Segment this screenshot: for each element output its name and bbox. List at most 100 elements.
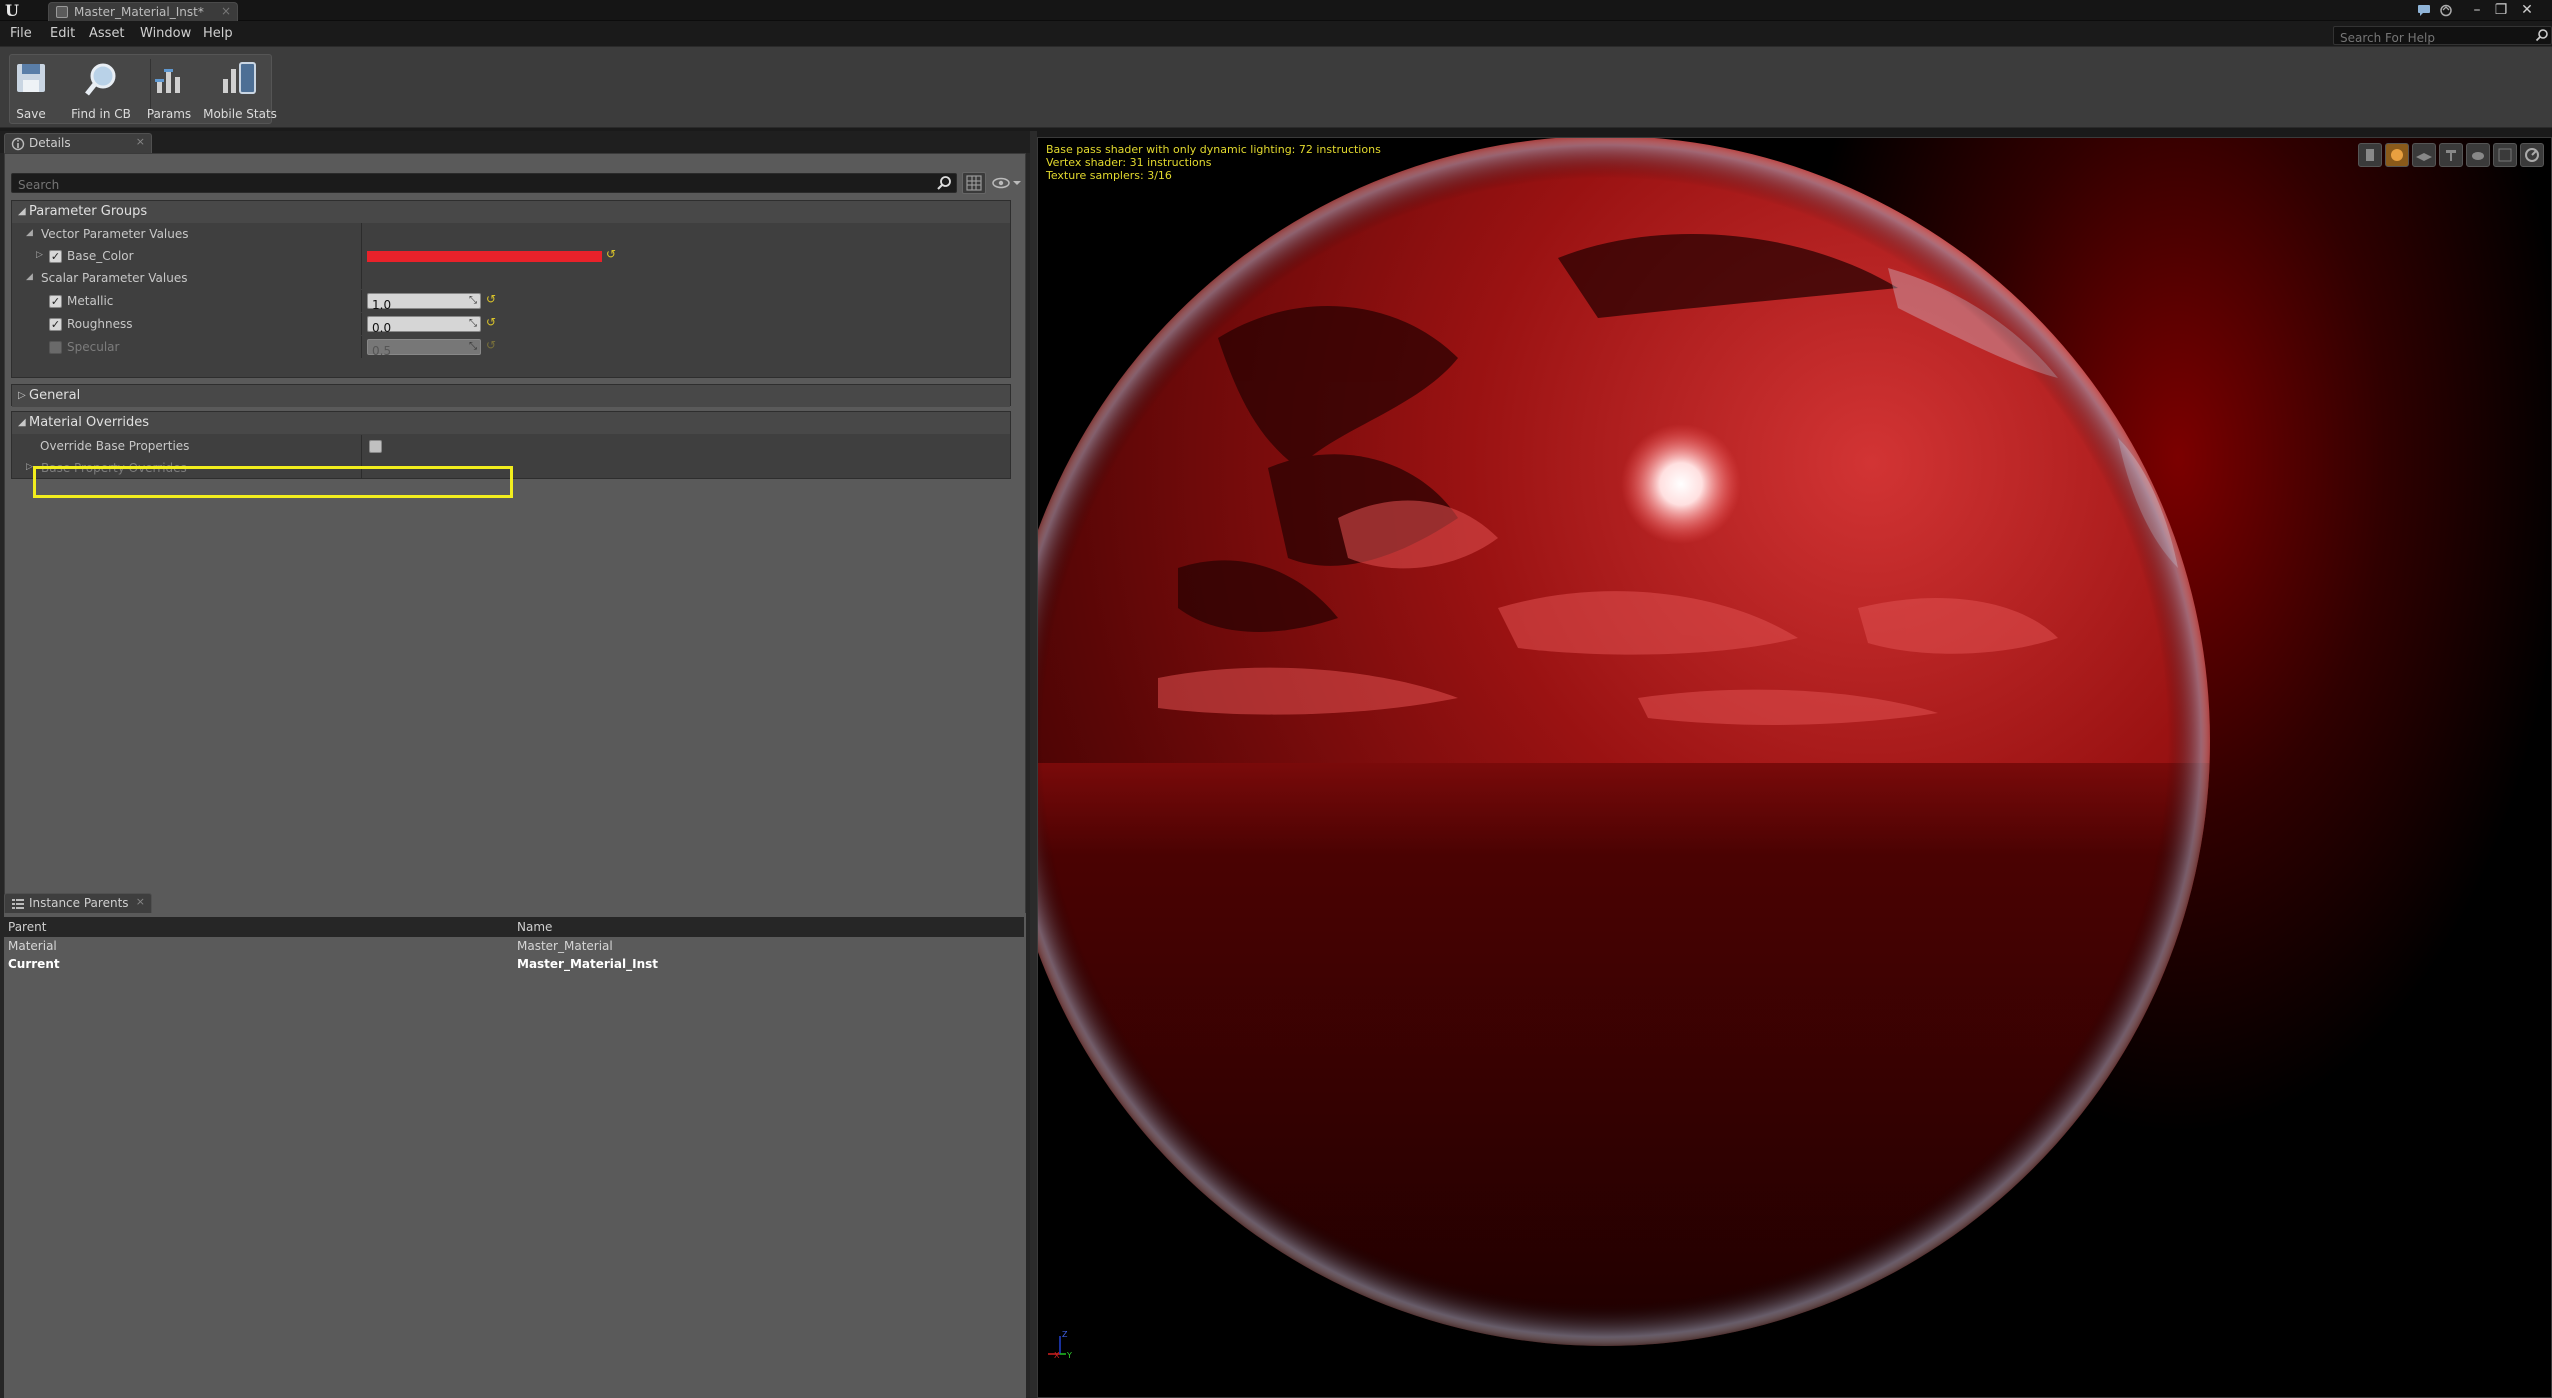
view-options-button[interactable] — [990, 172, 1024, 194]
source-control-icon[interactable] — [2439, 4, 2453, 17]
column-name[interactable]: Name — [517, 920, 552, 934]
chat-icon[interactable] — [2417, 4, 2431, 17]
property-matrix-button[interactable] — [962, 172, 986, 194]
help-search-box[interactable] — [2333, 26, 2552, 47]
details-search-input[interactable] — [12, 176, 922, 194]
collapsed-arrow-icon: ▷ — [18, 390, 26, 401]
reset-to-default-icon[interactable]: ↺ — [486, 315, 496, 329]
realtime-toggle-button[interactable] — [2520, 143, 2544, 167]
drag-arrows-icon[interactable]: ⤡ — [469, 341, 477, 352]
base-property-overrides-row[interactable]: ▷ Base Property Overrides — [12, 457, 1010, 479]
menu-window[interactable]: Window — [140, 26, 191, 41]
drag-arrows-icon[interactable]: ⤡ — [469, 295, 477, 306]
material-instance-icon — [56, 6, 68, 18]
collapsed-arrow-icon[interactable]: ▷ — [36, 250, 43, 260]
instance-parents-panel: Parent Name Material Master_Material Cur… — [4, 913, 1026, 1398]
expanded-arrow-icon: ◢ — [26, 272, 33, 282]
close-icon[interactable]: × — [221, 4, 231, 18]
roughness-checkbox[interactable]: ✓ — [49, 318, 62, 331]
menu-edit[interactable]: Edit — [50, 26, 75, 41]
title-bar: U Master_Material_Inst* × – ❐ ✕ — [0, 0, 2552, 21]
minimize-button[interactable]: – — [2466, 0, 2488, 20]
instance-parents-tab-label: Instance Parents — [29, 896, 129, 910]
plane-icon — [2416, 153, 2432, 161]
table-row[interactable]: Material Master_Material — [4, 938, 1024, 956]
sphere-preview-button[interactable] — [2385, 143, 2409, 167]
stats-line: Vertex shader: 31 instructions — [1046, 156, 1212, 169]
reset-to-default-icon[interactable]: ↺ — [486, 292, 496, 306]
column-parent[interactable]: Parent — [8, 920, 46, 934]
specular-checkbox[interactable] — [49, 341, 62, 354]
details-search-box[interactable] — [11, 173, 957, 194]
material-preview-sphere — [1038, 138, 2210, 1346]
left-panel: Details × ◢ Parameter Groups ◢ Vector Pa… — [0, 131, 1030, 1398]
metallic-field[interactable]: ⤡ — [367, 293, 481, 312]
roughness-row: ✓ Roughness ⤡ ↺ — [12, 313, 1010, 335]
specular-input[interactable] — [368, 344, 464, 358]
close-icon[interactable]: × — [136, 135, 145, 148]
details-tab-label: Details — [29, 136, 71, 150]
mesh-preview-button[interactable] — [2466, 143, 2490, 167]
search-icon — [2535, 29, 2548, 42]
panel-splitter[interactable] — [1030, 131, 1037, 1398]
cylinder-icon — [2366, 149, 2374, 161]
search-icon — [937, 176, 951, 190]
material-overrides-header[interactable]: ◢ Material Overrides — [12, 412, 1010, 434]
vector-parameter-values-row[interactable]: ◢ Vector Parameter Values — [12, 223, 1010, 245]
stats-line: Texture samplers: 3/16 — [1046, 169, 1172, 182]
roughness-input[interactable] — [368, 321, 464, 335]
base-color-checkbox[interactable]: ✓ — [49, 250, 62, 263]
save-label: Save — [16, 107, 46, 121]
close-window-button[interactable]: ✕ — [2516, 0, 2538, 20]
find-in-cb-button[interactable]: Find in CB — [54, 55, 148, 125]
teapot-icon — [2472, 152, 2484, 160]
details-icon — [11, 137, 25, 151]
menu-help[interactable]: Help — [203, 26, 233, 41]
preview-viewport[interactable]: Base pass shader with only dynamic light… — [1037, 137, 2552, 1398]
metallic-input[interactable] — [368, 298, 464, 312]
collapsed-arrow-icon: ▷ — [26, 462, 33, 472]
document-tab-label: Master_Material_Inst* — [74, 5, 204, 19]
cylinder-preview-button[interactable] — [2358, 143, 2382, 167]
menu-asset[interactable]: Asset — [89, 26, 125, 41]
restore-button[interactable]: ❐ — [2490, 0, 2512, 20]
mobile-stats-button[interactable]: Mobile Stats — [200, 55, 280, 125]
tab-details[interactable]: Details × — [4, 133, 152, 153]
unreal-logo-icon: U — [5, 1, 19, 20]
roughness-field[interactable]: ⤡ — [367, 316, 481, 335]
override-base-properties-label: Override Base Properties — [40, 439, 190, 453]
mobile-stats-label: Mobile Stats — [203, 107, 277, 121]
params-button[interactable]: Params — [136, 55, 202, 125]
base-color-swatch[interactable] — [367, 251, 602, 262]
shader-stats: Base pass shader with only dynamic light… — [1046, 143, 1381, 182]
specular-field[interactable]: ⤡ — [367, 339, 481, 358]
reset-to-default-icon[interactable]: ↺ — [486, 338, 496, 352]
stats-line: Base pass shader with only dynamic light… — [1046, 143, 1381, 156]
cube-preview-button[interactable] — [2439, 143, 2463, 167]
save-icon — [17, 64, 45, 92]
parameter-groups-header[interactable]: ◢ Parameter Groups — [12, 201, 1010, 223]
plane-preview-button[interactable] — [2412, 143, 2436, 167]
document-tab[interactable]: Master_Material_Inst* × — [48, 2, 238, 21]
general-title: General — [29, 388, 81, 403]
tab-instance-parents[interactable]: Instance Parents × — [4, 893, 152, 913]
toolbar-group: Save Find in CB Params Mobile Stats — [9, 54, 277, 125]
menu-file[interactable]: File — [10, 26, 32, 41]
toolbar: Save Find in CB Params Mobile Stats — [0, 46, 2552, 128]
table-row[interactable]: Current Master_Material_Inst — [4, 956, 1024, 974]
metallic-checkbox[interactable]: ✓ — [49, 295, 62, 308]
override-base-properties-checkbox[interactable] — [369, 440, 382, 453]
scalar-parameter-values-row[interactable]: ◢ Scalar Parameter Values — [12, 267, 1010, 289]
drag-arrows-icon[interactable]: ⤡ — [469, 318, 477, 329]
base-property-overrides-label: Base Property Overrides — [41, 461, 187, 475]
metallic-row: ✓ Metallic ⤡ ↺ — [12, 290, 1010, 312]
eye-icon — [992, 177, 1021, 189]
close-icon[interactable]: × — [136, 895, 145, 908]
save-button[interactable]: Save — [10, 55, 52, 125]
help-search-input[interactable] — [2334, 29, 2534, 47]
reset-to-default-icon[interactable]: ↺ — [606, 247, 616, 261]
general-category[interactable]: ▷ General — [11, 384, 1011, 407]
name-cell: Master_Material_Inst — [517, 957, 659, 971]
params-label: Params — [146, 107, 192, 121]
grid-toggle-button[interactable] — [2493, 143, 2517, 167]
